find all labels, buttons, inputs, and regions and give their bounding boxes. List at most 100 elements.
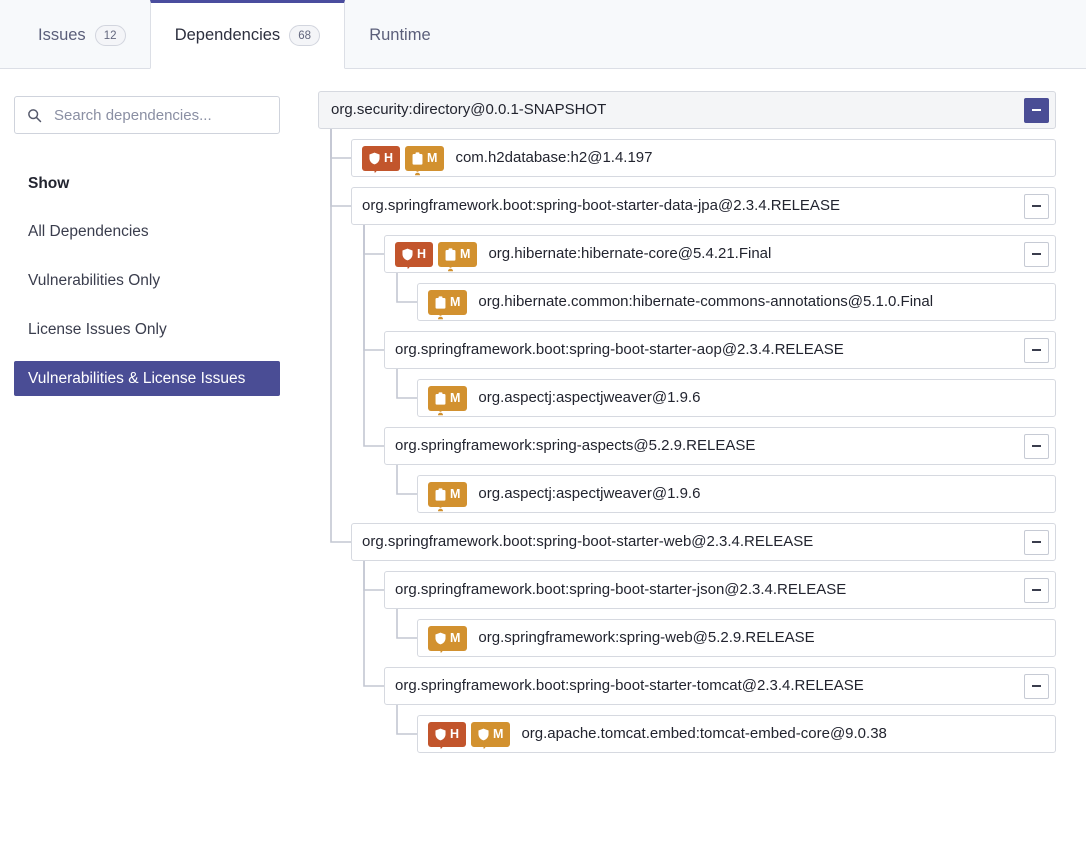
dependency-label: org.hibernate.common:hibernate-commons-a…	[478, 293, 934, 310]
license-issue-badge[interactable]: M	[438, 241, 478, 271]
dependency-tree: org.security:directory@0.0.1-SNAPSHOT H Mc…	[315, 69, 1086, 848]
dependency-label: org.hibernate:hibernate-core@5.4.21.Fina…	[488, 245, 772, 262]
dependency-label: org.springframework.boot:spring-boot-sta…	[395, 341, 844, 358]
tree-node[interactable]: org.springframework.boot:spring-boot-sta…	[384, 331, 1056, 369]
severity-letter: M	[460, 246, 471, 261]
tree-node[interactable]: Morg.aspectj:aspectjweaver@1.9.6	[417, 379, 1056, 417]
collapse-node-button[interactable]	[1024, 193, 1049, 219]
tab-runtime[interactable]: Runtime	[345, 0, 454, 68]
severity-badges: HM	[395, 241, 478, 271]
filter-list: All Dependencies Vulnerabilities Only Lice…	[14, 214, 315, 396]
collapse-node-button[interactable]	[1024, 241, 1049, 267]
tab-count-badge: 68	[289, 25, 321, 46]
dependency-label: org.apache.tomcat.embed:tomcat-embed-cor…	[521, 725, 887, 742]
dependency-node-box[interactable]: org.springframework.boot:spring-boot-sta…	[384, 667, 1056, 705]
collapse-node-button[interactable]	[1024, 337, 1049, 363]
collapse-node-button[interactable]	[1024, 673, 1049, 699]
severity-letter: H	[417, 246, 427, 261]
filter-item-vulnerabilities-only[interactable]: Vulnerabilities Only	[14, 263, 280, 298]
search-input[interactable]	[42, 105, 252, 125]
tab-dependencies[interactable]: Dependencies 68	[149, 0, 346, 69]
severity-letter: H	[384, 150, 394, 165]
tree-node[interactable]: H Morg.hibernate:hibernate-core@5.4.21.Fi…	[384, 235, 1056, 273]
tree-node[interactable]: org.springframework.boot:spring-boot-sta…	[351, 523, 1056, 561]
vulnerability-badge[interactable]: M	[471, 721, 511, 749]
severity-badges: HM	[362, 145, 445, 175]
dependency-label: org.springframework.boot:spring-boot-sta…	[395, 677, 864, 694]
vulnerability-badge[interactable]: H	[395, 241, 434, 269]
minus-icon	[1032, 349, 1041, 351]
dependency-label: org.security:directory@0.0.1-SNAPSHOT	[331, 101, 607, 118]
tab-issues[interactable]: Issues 12	[14, 0, 150, 68]
filter-item-license-issues-only[interactable]: License Issues Only	[14, 312, 280, 347]
tree-root-node[interactable]: org.security:directory@0.0.1-SNAPSHOT	[318, 91, 1056, 129]
tab-bar: Issues 12 Dependencies 68 Runtime	[0, 0, 1086, 69]
minus-icon	[1032, 253, 1041, 255]
dependency-node-box[interactable]: Morg.aspectj:aspectjweaver@1.9.6	[417, 475, 1056, 513]
minus-icon	[1032, 541, 1041, 543]
collapse-node-button[interactable]	[1024, 97, 1049, 123]
severity-letter: M	[450, 630, 461, 645]
dependency-label: org.springframework.boot:spring-boot-sta…	[362, 533, 814, 550]
collapse-node-button[interactable]	[1024, 529, 1049, 555]
tree-node[interactable]: Morg.springframework:spring-web@5.2.9.RE…	[417, 619, 1056, 657]
severity-badges: M	[428, 289, 468, 319]
severity-badges: HM	[428, 721, 511, 749]
dependency-node-box[interactable]: org.springframework.boot:spring-boot-sta…	[384, 571, 1056, 609]
tree-node[interactable]: H Mcom.h2database:h2@1.4.197	[351, 139, 1056, 177]
dependency-label: com.h2database:h2@1.4.197	[455, 149, 653, 166]
tree-node[interactable]: org.springframework.boot:spring-boot-sta…	[351, 187, 1056, 225]
dependency-node-box[interactable]: org.security:directory@0.0.1-SNAPSHOT	[318, 91, 1056, 129]
filter-item-vulnerabilities-license-issues[interactable]: Vulnerabilities & License Issues	[14, 361, 280, 396]
tree-node[interactable]: H Morg.apache.tomcat.embed:tomcat-embed-c…	[417, 715, 1056, 753]
dependency-label: org.springframework.boot:spring-boot-sta…	[395, 581, 847, 598]
tree-node[interactable]: Morg.aspectj:aspectjweaver@1.9.6	[417, 475, 1056, 513]
shield-icon	[368, 152, 381, 173]
vulnerability-badge[interactable]: H	[428, 721, 467, 749]
filter-item-all-dependencies[interactable]: All Dependencies	[14, 214, 280, 249]
dependency-label: org.aspectj:aspectjweaver@1.9.6	[478, 389, 701, 406]
severity-letter: M	[450, 390, 461, 405]
dependency-node-box[interactable]: Morg.hibernate.common:hibernate-commons-…	[417, 283, 1056, 321]
tree-node[interactable]: org.springframework:spring-aspects@5.2.9…	[384, 427, 1056, 465]
license-issue-badge[interactable]: M	[428, 385, 468, 415]
shield-icon	[401, 248, 414, 269]
tab-label: Issues	[38, 26, 86, 44]
dependency-node-box[interactable]: H Morg.apache.tomcat.embed:tomcat-embed-c…	[417, 715, 1056, 753]
dependency-node-box[interactable]: H Morg.hibernate:hibernate-core@5.4.21.Fi…	[384, 235, 1056, 273]
severity-badges: M	[428, 481, 468, 511]
dependency-node-box[interactable]: org.springframework.boot:spring-boot-sta…	[351, 187, 1056, 225]
shield-icon	[434, 728, 447, 749]
minus-icon	[1032, 205, 1041, 207]
license-issue-badge[interactable]: M	[405, 145, 445, 175]
tree-node[interactable]: org.springframework.boot:spring-boot-sta…	[384, 667, 1056, 705]
license-icon	[434, 391, 447, 415]
collapse-node-button[interactable]	[1024, 433, 1049, 459]
search-dependencies-box[interactable]	[14, 96, 280, 134]
severity-letter: M	[450, 486, 461, 501]
license-icon	[434, 487, 447, 511]
severity-letter: H	[450, 726, 460, 741]
license-issue-badge[interactable]: M	[428, 289, 468, 319]
license-issue-badge[interactable]: M	[428, 481, 468, 511]
dependency-label: org.aspectj:aspectjweaver@1.9.6	[478, 485, 701, 502]
dependency-node-box[interactable]: org.springframework.boot:spring-boot-sta…	[384, 331, 1056, 369]
tab-label: Dependencies	[174, 26, 281, 44]
search-icon	[27, 108, 42, 123]
minus-icon	[1032, 109, 1041, 111]
dependency-node-box[interactable]: Morg.aspectj:aspectjweaver@1.9.6	[417, 379, 1056, 417]
vulnerability-badge[interactable]: M	[428, 625, 468, 653]
dependency-node-box[interactable]: org.springframework.boot:spring-boot-sta…	[351, 523, 1056, 561]
severity-letter: M	[493, 726, 504, 741]
collapse-node-button[interactable]	[1024, 577, 1049, 603]
tab-count-badge: 12	[94, 25, 126, 46]
tree-node[interactable]: org.springframework.boot:spring-boot-sta…	[384, 571, 1056, 609]
dependency-node-box[interactable]: org.springframework:spring-aspects@5.2.9…	[384, 427, 1056, 465]
severity-badges: M	[428, 385, 468, 415]
vulnerability-badge[interactable]: H	[362, 145, 401, 173]
minus-icon	[1032, 685, 1041, 687]
tree-node[interactable]: Morg.hibernate.common:hibernate-commons-…	[417, 283, 1056, 321]
severity-letter: M	[450, 294, 461, 309]
dependency-node-box[interactable]: H Mcom.h2database:h2@1.4.197	[351, 139, 1056, 177]
dependency-node-box[interactable]: Morg.springframework:spring-web@5.2.9.RE…	[417, 619, 1056, 657]
